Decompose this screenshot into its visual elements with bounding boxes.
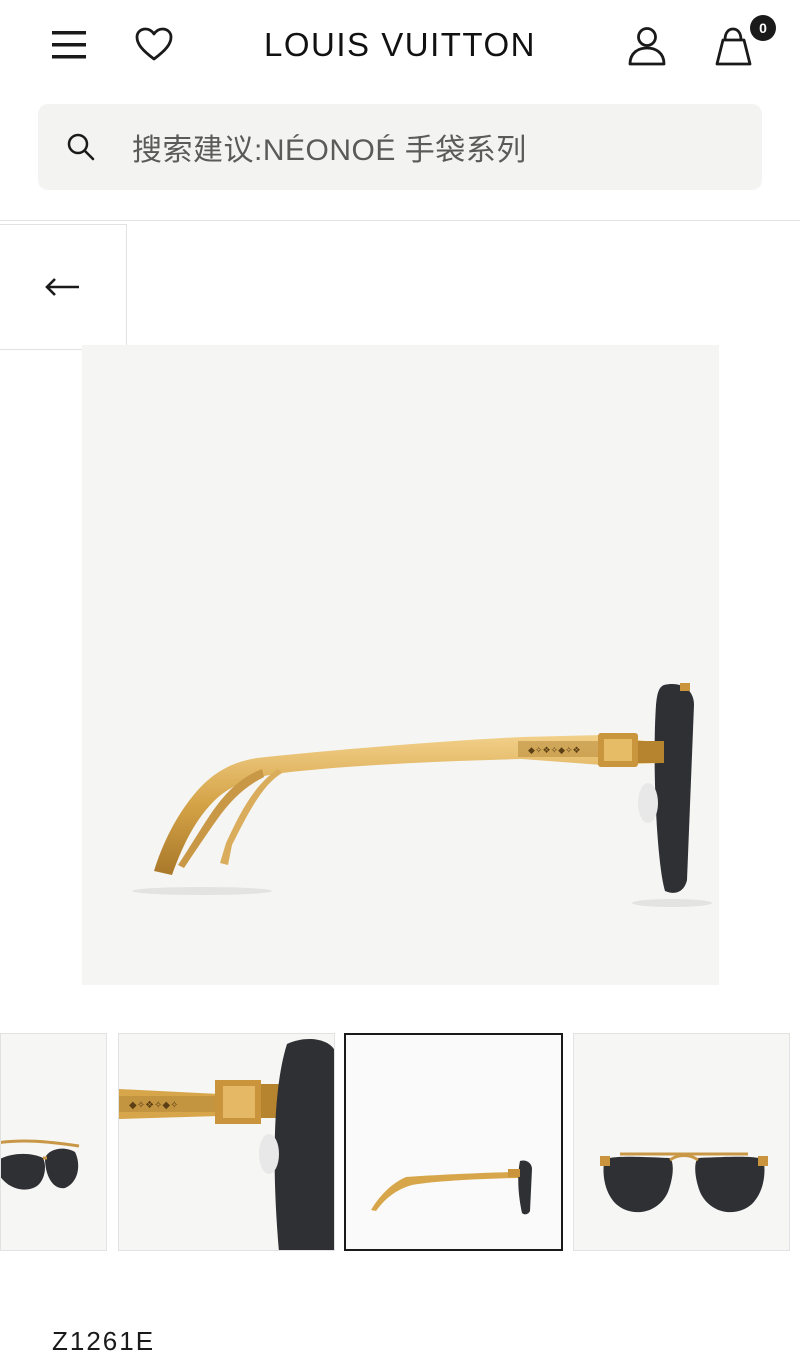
sunglasses-side-profile-thumb xyxy=(371,1160,532,1215)
thumbnail-hinge-detail[interactable]: ◆✧❖✧◆✧ xyxy=(118,1033,335,1251)
sunglasses-side-view-image: ◆✧❖✧◆✧❖ xyxy=(132,683,712,907)
back-button[interactable] xyxy=(0,224,127,350)
svg-text:◆✧❖✧◆✧❖: ◆✧❖✧◆✧❖ xyxy=(528,746,581,756)
svg-text:◆✧❖✧◆✧: ◆✧❖✧◆✧ xyxy=(129,1100,178,1111)
sunglasses-front-angle-thumb xyxy=(1,1139,80,1190)
search-input[interactable]: 搜索建议:NÉONOÉ 手袋系列 xyxy=(132,125,527,169)
sunglasses-front-thumb xyxy=(600,1152,768,1213)
product-sku: Z1261E xyxy=(52,1326,156,1356)
thumbnail-front-angle[interactable] xyxy=(0,1033,107,1251)
brand-logo[interactable]: LOUIS VUITTON xyxy=(250,26,550,64)
header-divider xyxy=(0,220,800,221)
top-header: LOUIS VUITTON 0 xyxy=(0,0,800,95)
left-arrow-icon xyxy=(45,278,79,296)
account-icon[interactable] xyxy=(626,26,668,66)
search-icon xyxy=(67,133,95,161)
heart-icon[interactable] xyxy=(134,26,174,62)
thumbnail-front[interactable] xyxy=(573,1033,790,1251)
thumbnail-side-profile[interactable] xyxy=(344,1033,563,1251)
cart-count-badge: 0 xyxy=(750,15,776,41)
product-main-image[interactable]: ◆✧❖✧◆✧❖ xyxy=(82,345,719,985)
sunglasses-hinge-detail-thumb: ◆✧❖✧◆✧ xyxy=(119,1039,334,1250)
search-bar[interactable]: 搜索建议:NÉONOÉ 手袋系列 xyxy=(38,104,762,190)
menu-icon[interactable] xyxy=(50,26,88,64)
